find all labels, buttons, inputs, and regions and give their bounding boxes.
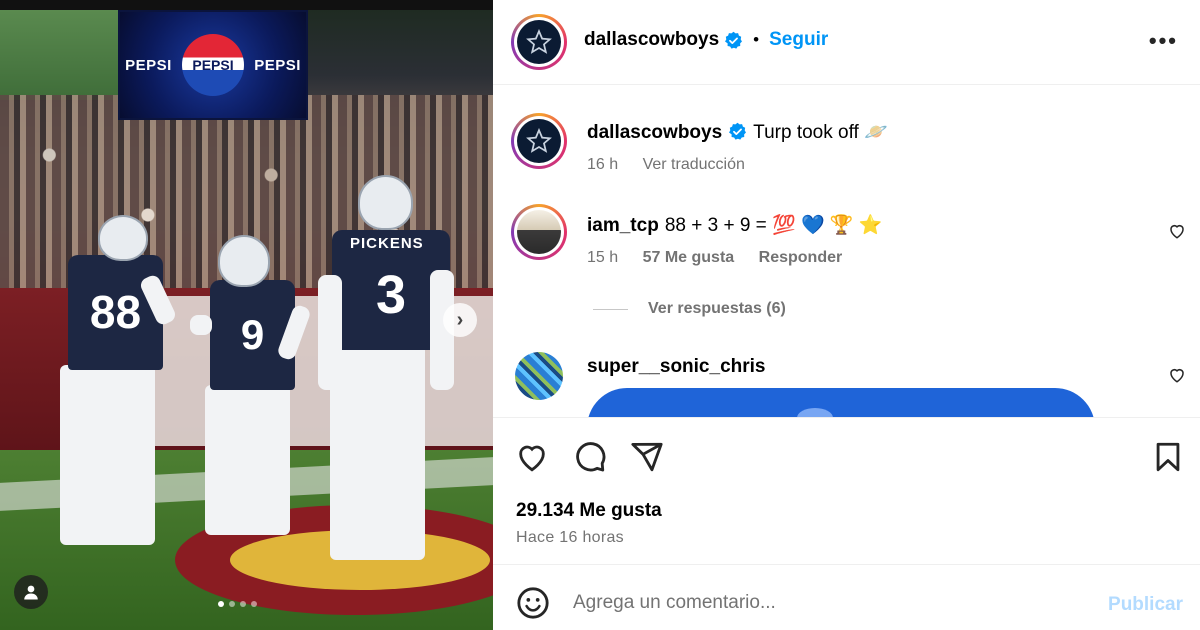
- player-helmet: [358, 175, 413, 230]
- view-replies-label: Ver respuestas (6): [648, 300, 786, 317]
- user-icon: [24, 585, 38, 600]
- verified-badge-icon: [729, 122, 747, 140]
- caption-avatar[interactable]: [511, 113, 567, 169]
- billboard-text-right: PEPSI: [254, 56, 301, 74]
- carousel-next-button[interactable]: ›: [443, 303, 477, 337]
- tagged-users-button[interactable]: [14, 575, 48, 609]
- post-actions: 29.134 Me gusta Hace 16 horas: [493, 420, 1200, 565]
- post-image[interactable]: PEPSI PEPSI PEPSI 88 9 3 PICKENS ›: [0, 0, 493, 630]
- carousel-dot: [240, 601, 246, 607]
- post-header: dallascowboys • Seguir •••: [493, 0, 1200, 85]
- comment-time: 15 h: [587, 249, 619, 266]
- emoji-icon[interactable]: [516, 586, 550, 620]
- carousel-dot: [218, 601, 224, 607]
- player-arm: [190, 315, 212, 335]
- comment-avatar[interactable]: [515, 352, 563, 400]
- header-separator: •: [753, 30, 760, 49]
- verified-badge-icon: [725, 31, 743, 49]
- comment-media-preview[interactable]: [587, 388, 1095, 417]
- caption-text: Turp took off 🪐: [753, 122, 888, 143]
- comment-avatar[interactable]: [511, 204, 567, 260]
- billboard-text-left: PEPSI: [125, 56, 172, 74]
- player-jersey: 88: [68, 255, 163, 370]
- billboard-text-center: PEPSI: [192, 57, 234, 73]
- like-comment-icon[interactable]: [1168, 366, 1186, 384]
- share-icon[interactable]: [630, 440, 664, 474]
- media-detail: [797, 408, 833, 417]
- player-helmet: [98, 215, 148, 261]
- like-comment-icon[interactable]: [1168, 222, 1186, 240]
- publish-button[interactable]: Publicar: [1108, 594, 1183, 616]
- replies-divider: [593, 308, 628, 310]
- save-bookmark-icon[interactable]: [1151, 440, 1185, 474]
- likes-count[interactable]: 29.134 Me gusta: [516, 500, 662, 522]
- pepsi-globe-logo: PEPSI: [181, 34, 244, 96]
- more-options-icon[interactable]: •••: [1149, 28, 1178, 54]
- carousel-dot: [229, 601, 235, 607]
- pepsi-billboard: PEPSI PEPSI PEPSI: [118, 10, 308, 120]
- view-replies-link[interactable]: Ver respuestas (6): [593, 300, 786, 318]
- carousel-indicator: [218, 601, 257, 607]
- author-avatar[interactable]: [511, 14, 567, 70]
- comment-text: 88 + 3 + 9 = 💯 💙 🏆 ⭐: [664, 215, 883, 236]
- comment-composer: Publicar: [493, 566, 1200, 630]
- jersey-name: PICKENS: [350, 235, 424, 252]
- player-pants: [60, 365, 155, 545]
- image-top-bar: [0, 0, 493, 10]
- caption-username[interactable]: dallascowboys: [587, 122, 722, 143]
- carousel-dot: [251, 601, 257, 607]
- star-logo-icon: [526, 29, 552, 54]
- player-pants: [330, 345, 425, 560]
- comment-username[interactable]: super__sonic_chris: [587, 356, 765, 377]
- post-side-panel: dallascowboys • Seguir ••• dallascowboys: [493, 0, 1200, 630]
- player-pants: [205, 385, 290, 535]
- stadium-screen-area: [0, 10, 118, 100]
- comment-username[interactable]: iam_tcp: [587, 215, 659, 236]
- player-helmet: [218, 235, 270, 287]
- chevron-right-icon: ›: [456, 308, 464, 331]
- jersey-number: 88: [89, 286, 142, 338]
- jersey-number: 3: [375, 265, 407, 325]
- like-icon[interactable]: [515, 440, 549, 474]
- comments-list[interactable]: dallascowboys Turp took off 🪐 16 h Ver t…: [493, 86, 1200, 418]
- jersey-number: 9: [240, 311, 265, 358]
- author-username[interactable]: dallascowboys: [584, 29, 719, 51]
- star-logo-icon: [526, 128, 552, 153]
- comment-input[interactable]: [573, 590, 1093, 616]
- player-arm: [318, 275, 342, 390]
- translate-link[interactable]: Ver traducción: [643, 156, 745, 173]
- comment-icon[interactable]: [573, 440, 607, 474]
- caption-time: 16 h: [587, 156, 619, 173]
- follow-button[interactable]: Seguir: [769, 29, 828, 51]
- post-timestamp: Hace 16 horas: [516, 529, 624, 546]
- comment-likes[interactable]: 57 Me gusta: [643, 249, 735, 266]
- reply-button[interactable]: Responder: [759, 249, 843, 266]
